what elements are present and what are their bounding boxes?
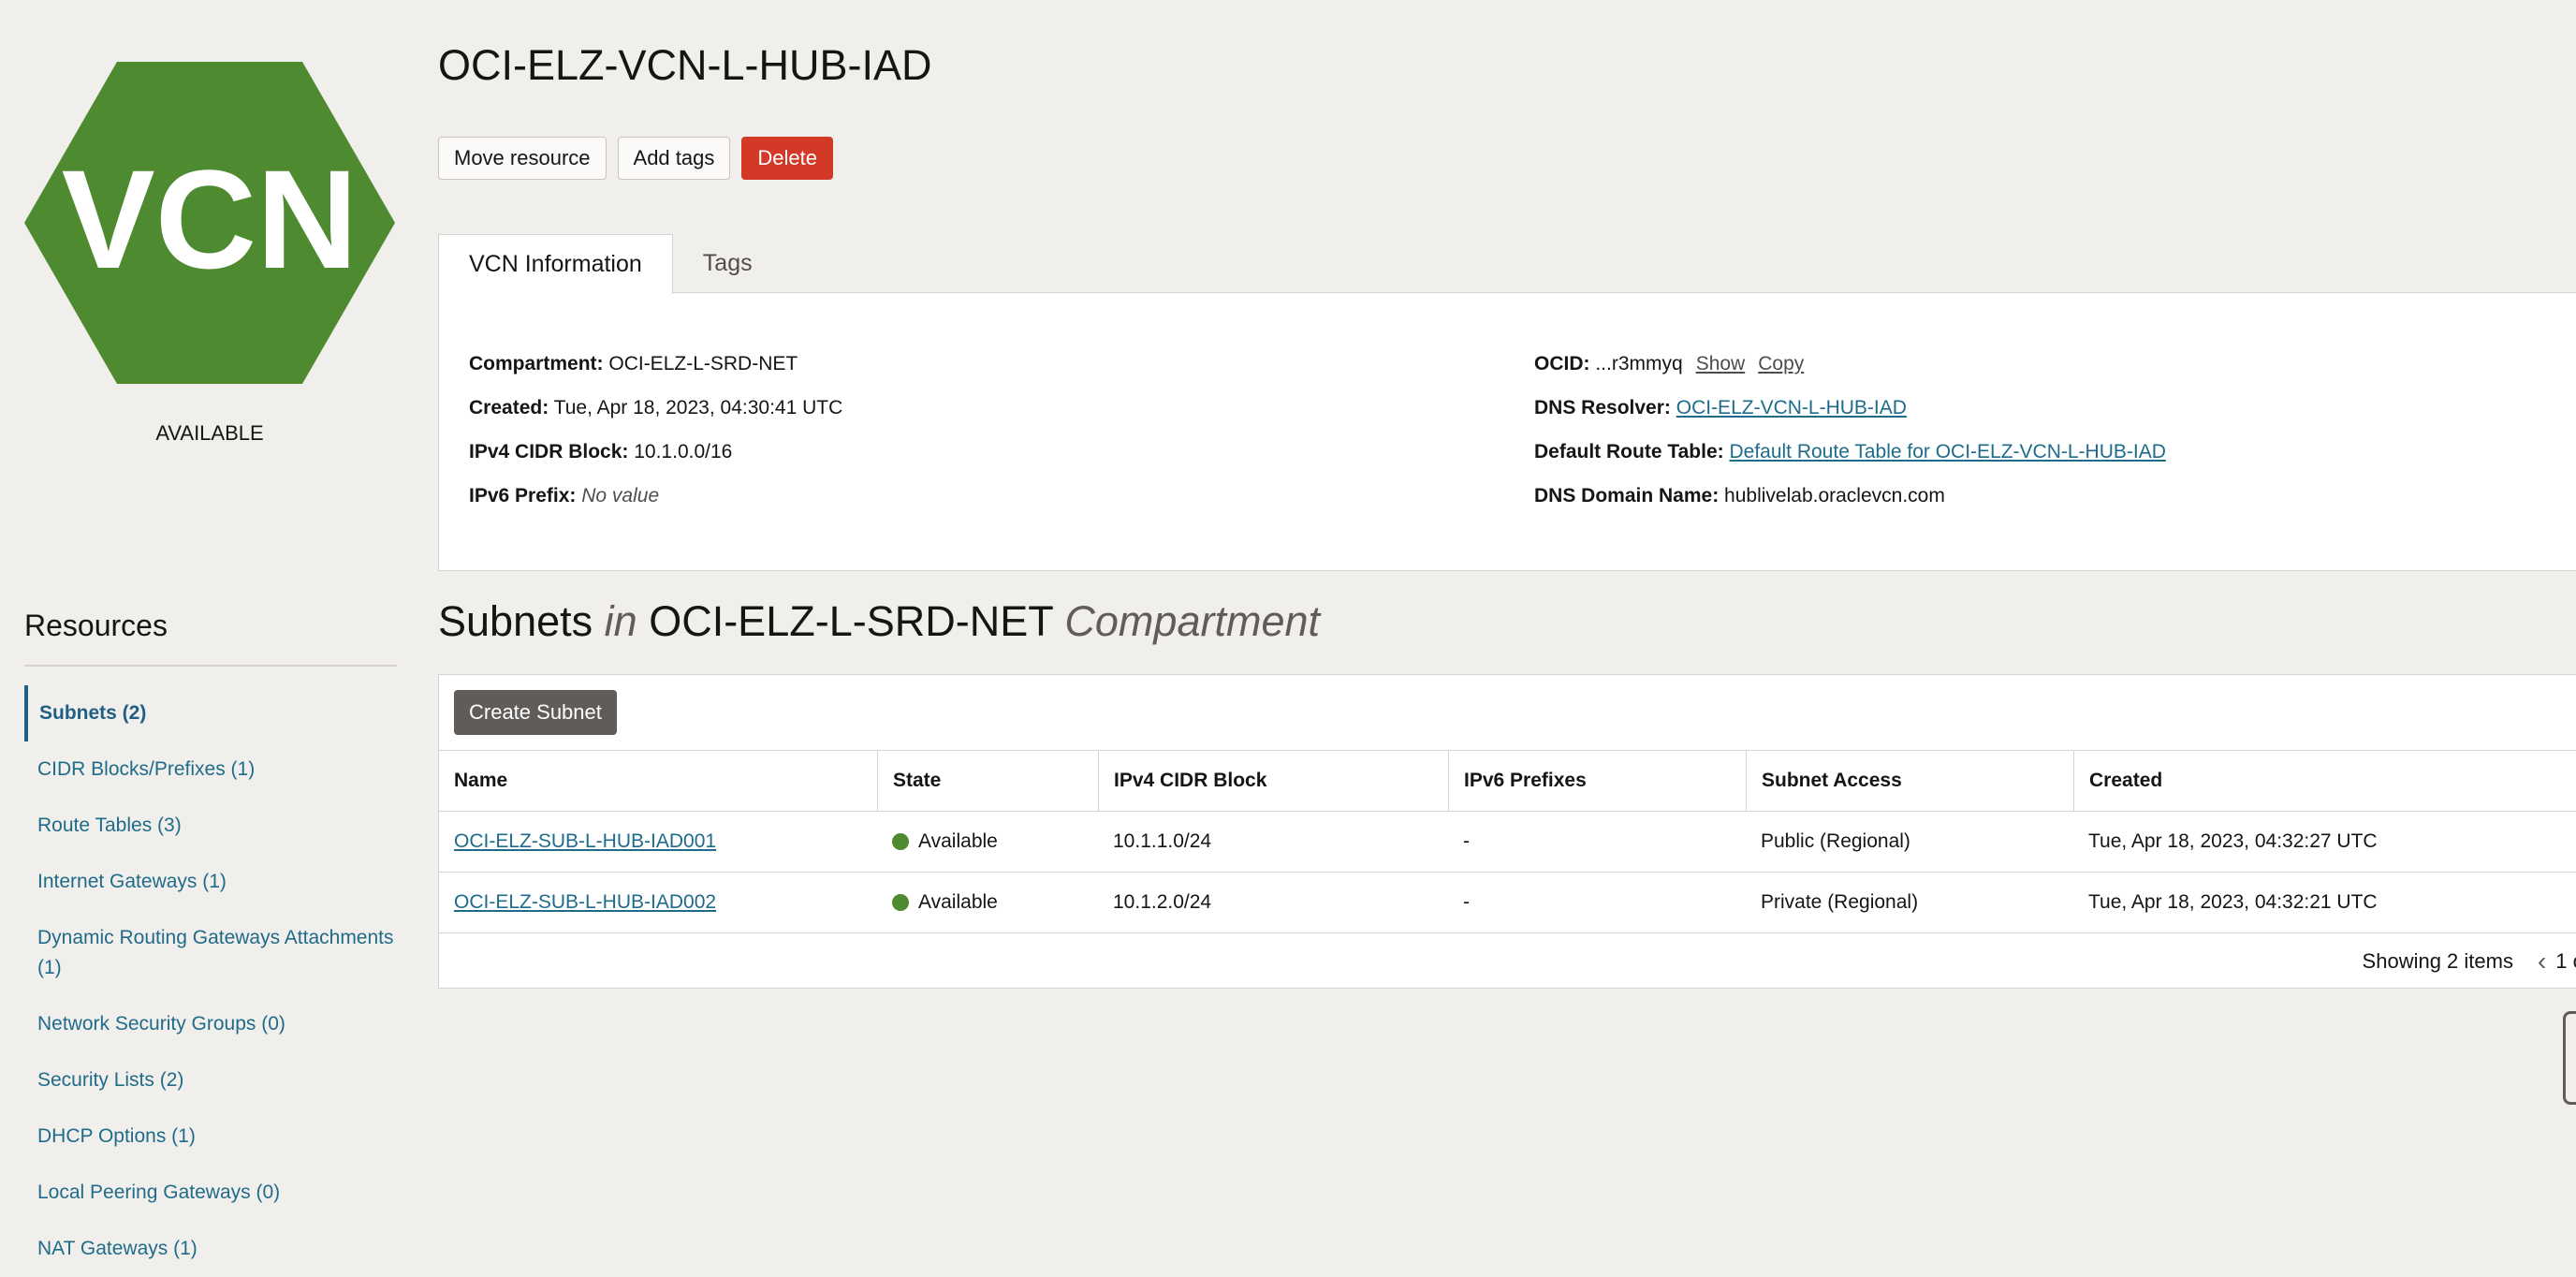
resource-link-cidr-blocks[interactable]: CIDR Blocks/Prefixes (1) bbox=[24, 741, 399, 798]
subnet-name-cell: OCI-ELZ-SUB-L-HUB-IAD002 bbox=[439, 873, 877, 932]
subnet-ipv4-cell: 10.1.1.0/24 bbox=[1113, 830, 1212, 852]
ocid-label: OCID: bbox=[1534, 353, 1590, 374]
table-row: OCI-ELZ-SUB-L-HUB-IAD002 Available 10.1.… bbox=[439, 873, 2576, 933]
vcn-resource-icon: VCN bbox=[24, 62, 395, 384]
table-header: Name State IPv4 CIDR Block IPv6 Prefixes… bbox=[439, 750, 2576, 812]
ipv6-prefix-label: IPv6 Prefix: bbox=[469, 485, 577, 506]
subnet-name-link[interactable]: OCI-ELZ-SUB-L-HUB-IAD001 bbox=[454, 830, 716, 852]
subnet-state-cell: Available bbox=[877, 873, 1098, 932]
status-dot-icon bbox=[892, 833, 909, 850]
resource-link-local-peering-gateways[interactable]: Local Peering Gateways (0) bbox=[24, 1165, 399, 1221]
column-header-ipv4[interactable]: IPv4 CIDR Block bbox=[1098, 751, 1448, 811]
lifecycle-status: AVAILABLE bbox=[155, 421, 264, 445]
subnet-name-link[interactable]: OCI-ELZ-SUB-L-HUB-IAD002 bbox=[454, 891, 716, 913]
dns-domain-row: DNS Domain Name: hublivelab.oraclevcn.co… bbox=[1534, 474, 2166, 518]
action-bar: Move resource Add tags Delete bbox=[438, 137, 833, 180]
chevron-left-icon[interactable]: ‹ bbox=[2538, 947, 2546, 976]
subnets-heading-suffix: Compartment bbox=[1064, 597, 1320, 645]
dns-resolver-link[interactable]: OCI-ELZ-VCN-L-HUB-IAD bbox=[1676, 397, 1907, 418]
ipv6-prefix-row: IPv6 Prefix: No value bbox=[469, 474, 842, 518]
help-drawer-tab[interactable] bbox=[2563, 1011, 2576, 1105]
subnet-ipv4-cell: 10.1.2.0/24 bbox=[1113, 891, 1212, 913]
subnets-heading: Subnets in OCI-ELZ-L-SRD-NET Compartment bbox=[438, 597, 1320, 646]
resources-heading: Resources bbox=[24, 609, 168, 642]
subnets-table-panel: Create Subnet Name State IPv4 CIDR Block… bbox=[438, 674, 2576, 989]
subnet-ipv6-cell: - bbox=[1463, 830, 1470, 852]
move-resource-button[interactable]: Move resource bbox=[438, 137, 607, 180]
compartment-label: Compartment: bbox=[469, 353, 604, 374]
status-dot-icon bbox=[892, 894, 909, 911]
subnet-created-cell: Tue, Apr 18, 2023, 04:32:21 UTC bbox=[2088, 891, 2378, 913]
resource-link-internet-gateways[interactable]: Internet Gateways (1) bbox=[24, 854, 399, 910]
delete-button[interactable]: Delete bbox=[741, 137, 833, 180]
column-header-access[interactable]: Subnet Access bbox=[1746, 751, 2073, 811]
created-label: Created: bbox=[469, 397, 549, 418]
pagination: Showing 2 items ‹ 1 of bbox=[2363, 947, 2576, 976]
subnets-heading-main: Subnets bbox=[438, 597, 593, 645]
subnet-state-cell: Available bbox=[877, 812, 1098, 872]
resources-nav: Subnets (2) CIDR Blocks/Prefixes (1) Rou… bbox=[24, 685, 399, 1277]
add-tags-button[interactable]: Add tags bbox=[617, 137, 731, 180]
default-route-table-row: Default Route Table: Default Route Table… bbox=[1534, 430, 2166, 474]
column-header-name[interactable]: Name bbox=[439, 751, 877, 811]
subnet-created-cell: Tue, Apr 18, 2023, 04:32:27 UTC bbox=[2088, 830, 2378, 852]
subnet-access-cell: Private (Regional) bbox=[1761, 891, 1919, 913]
default-route-table-label: Default Route Table: bbox=[1534, 441, 1724, 462]
subnets-heading-compartment: OCI-ELZ-L-SRD-NET bbox=[649, 597, 1053, 645]
ocid-row: OCID: ...r3mmyq Show Copy bbox=[1534, 342, 2166, 386]
resource-link-security-lists[interactable]: Security Lists (2) bbox=[24, 1052, 399, 1108]
info-column-right: OCID: ...r3mmyq Show Copy DNS Resolver: OC… bbox=[1534, 342, 2166, 518]
table-row: OCI-ELZ-SUB-L-HUB-IAD001 Available 10.1.… bbox=[439, 812, 2576, 873]
ipv4-cidr-label: IPv4 CIDR Block: bbox=[469, 441, 629, 462]
ocid-show-link[interactable]: Show bbox=[1696, 353, 1746, 374]
vcn-information-panel: Compartment: OCI-ELZ-L-SRD-NET Created: … bbox=[438, 292, 2576, 571]
ocid-value: ...r3mmyq bbox=[1595, 353, 1683, 374]
info-column-left: Compartment: OCI-ELZ-L-SRD-NET Created: … bbox=[469, 342, 842, 518]
resource-link-network-security-groups[interactable]: Network Security Groups (0) bbox=[24, 996, 399, 1052]
resource-link-subnets[interactable]: Subnets (2) bbox=[24, 685, 399, 741]
ipv4-cidr-value: 10.1.0.0/16 bbox=[634, 441, 733, 462]
create-subnet-button[interactable]: Create Subnet bbox=[454, 690, 617, 735]
page-title: OCI-ELZ-VCN-L-HUB-IAD bbox=[438, 41, 932, 89]
resource-link-nat-gateways[interactable]: NAT Gateways (1) bbox=[24, 1221, 399, 1277]
vcn-icon-text: VCN bbox=[62, 140, 359, 298]
tab-vcn-information[interactable]: VCN Information bbox=[438, 234, 673, 294]
details-tabs: VCN Information Tags bbox=[438, 234, 783, 294]
subnet-state: Available bbox=[918, 830, 998, 852]
ipv4-cidr-row: IPv4 CIDR Block: 10.1.0.0/16 bbox=[469, 430, 842, 474]
ipv6-prefix-value: No value bbox=[581, 485, 660, 506]
resource-link-dhcp-options[interactable]: DHCP Options (1) bbox=[24, 1108, 399, 1165]
subnets-table: Name State IPv4 CIDR Block IPv6 Prefixes… bbox=[439, 750, 2576, 933]
items-count: Showing 2 items bbox=[2362, 949, 2513, 973]
dns-resolver-label: DNS Resolver: bbox=[1534, 397, 1671, 418]
dns-resolver-row: DNS Resolver: OCI-ELZ-VCN-L-HUB-IAD bbox=[1534, 386, 2166, 430]
subnet-access-cell: Public (Regional) bbox=[1761, 830, 1910, 852]
default-route-table-link[interactable]: Default Route Table for OCI-ELZ-VCN-L-HU… bbox=[1729, 441, 2165, 462]
subnet-name-cell: OCI-ELZ-SUB-L-HUB-IAD001 bbox=[439, 812, 877, 872]
resource-link-drg-attachments[interactable]: Dynamic Routing Gateways Attachments (1) bbox=[24, 910, 399, 996]
column-header-ipv6[interactable]: IPv6 Prefixes bbox=[1448, 751, 1746, 811]
subnet-state: Available bbox=[918, 891, 998, 913]
compartment-row: Compartment: OCI-ELZ-L-SRD-NET bbox=[469, 342, 842, 386]
column-header-created-label: Created bbox=[2089, 770, 2163, 791]
column-header-created[interactable]: Created bbox=[2073, 751, 2576, 811]
tab-tags[interactable]: Tags bbox=[673, 234, 783, 292]
ocid-copy-link[interactable]: Copy bbox=[1758, 353, 1804, 374]
created-row: Created: Tue, Apr 18, 2023, 04:30:41 UTC bbox=[469, 386, 842, 430]
page-indicator: 1 of bbox=[2555, 949, 2576, 973]
dns-domain-label: DNS Domain Name: bbox=[1534, 485, 1720, 506]
subnet-ipv6-cell: - bbox=[1463, 891, 1470, 913]
compartment-value: OCI-ELZ-L-SRD-NET bbox=[608, 353, 798, 374]
dns-domain-value: hublivelab.oraclevcn.com bbox=[1724, 485, 1945, 506]
subnets-heading-in: in bbox=[604, 597, 637, 645]
resources-divider bbox=[24, 665, 397, 667]
created-value: Tue, Apr 18, 2023, 04:30:41 UTC bbox=[553, 397, 843, 418]
resource-link-route-tables[interactable]: Route Tables (3) bbox=[24, 798, 399, 854]
column-header-state[interactable]: State bbox=[877, 751, 1098, 811]
